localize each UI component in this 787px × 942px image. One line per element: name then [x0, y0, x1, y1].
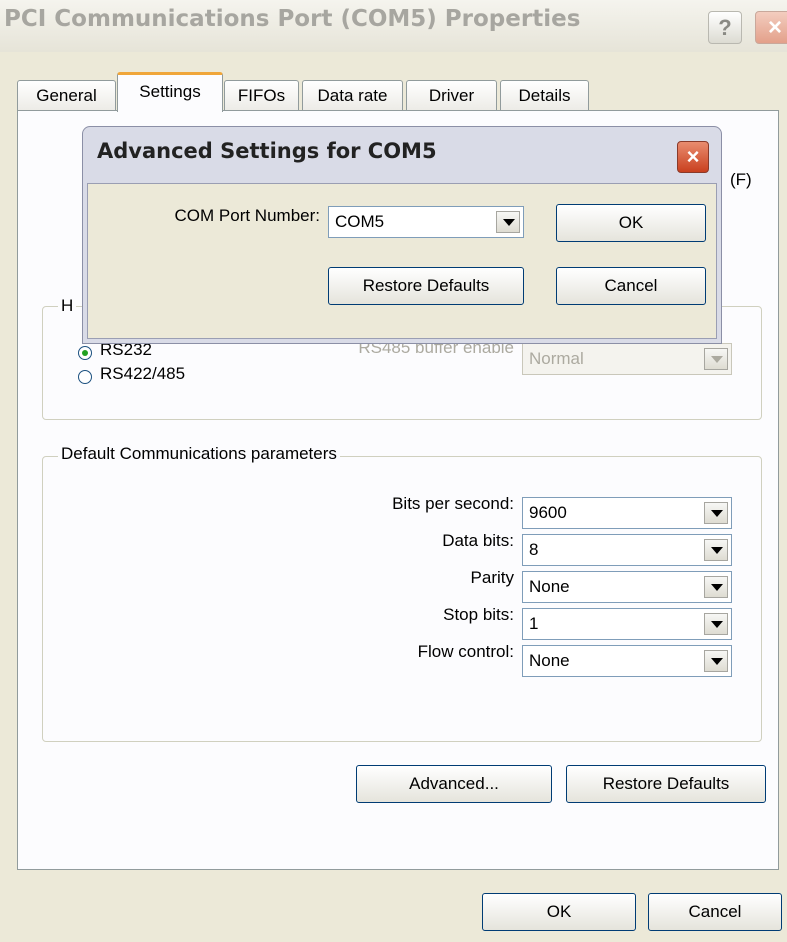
rs485-buffer-select: Normal: [522, 343, 732, 375]
bits-per-second-label: Bits per second:: [392, 494, 514, 513]
chevron-down-icon[interactable]: [704, 650, 728, 672]
flow-control-value: None: [529, 651, 570, 670]
chevron-down-icon[interactable]: [496, 211, 520, 233]
advanced-dialog-close-button[interactable]: ×: [677, 141, 709, 173]
advanced-restore-defaults-button[interactable]: Restore Defaults: [328, 267, 524, 305]
parity-select[interactable]: None: [522, 571, 732, 603]
data-bits-select[interactable]: 8: [522, 534, 732, 566]
rs422-label: RS422/485: [100, 364, 186, 383]
restore-defaults-button[interactable]: Restore Defaults: [566, 765, 766, 803]
chevron-down-icon[interactable]: [704, 539, 728, 561]
com-port-label: COM Port Number:: [174, 206, 320, 225]
advanced-button[interactable]: Advanced...: [356, 765, 552, 803]
advanced-cancel-button[interactable]: Cancel: [556, 267, 706, 305]
rs422-radio[interactable]: [78, 370, 92, 384]
defaults-group-legend: Default Communications parameters: [58, 444, 340, 464]
help-button[interactable]: ?: [708, 11, 742, 44]
rs485-buffer-value: Normal: [529, 349, 584, 368]
hardware-group-legend: H: [58, 296, 77, 316]
advanced-settings-dialog: Advanced Settings for COM5 × COM Port Nu…: [82, 126, 722, 344]
chevron-down-icon[interactable]: [704, 576, 728, 598]
chevron-down-icon[interactable]: [704, 613, 728, 635]
tab-driver[interactable]: Driver: [406, 80, 497, 111]
chevron-down-icon: [704, 348, 728, 370]
parity-label: Parity: [470, 568, 514, 587]
stop-bits-label: Stop bits:: [443, 605, 514, 624]
com-port-value: COM5: [335, 212, 385, 231]
title-bar: PCI Communications Port (COM5) Propertie…: [0, 0, 787, 52]
stop-bits-value: 1: [529, 614, 539, 633]
advanced-ok-button[interactable]: OK: [556, 204, 706, 242]
advanced-dialog-title: Advanced Settings for COM5: [97, 139, 437, 163]
advanced-dialog-body: COM Port Number: COM5 OK Restore Default…: [87, 183, 717, 339]
flow-control-select[interactable]: None: [522, 645, 732, 677]
parity-value: None: [529, 577, 570, 596]
flow-control-label: Flow control:: [417, 642, 514, 661]
close-button[interactable]: ×: [755, 11, 787, 44]
data-bits-label: Data bits:: [442, 531, 514, 550]
com-port-select[interactable]: COM5: [328, 206, 524, 238]
partial-label-f: (F): [730, 170, 752, 189]
chevron-down-icon[interactable]: [704, 502, 728, 524]
tab-fifos[interactable]: FIFOs: [224, 80, 299, 111]
window-title: PCI Communications Port (COM5) Propertie…: [4, 6, 581, 32]
data-bits-value: 8: [529, 540, 539, 559]
ok-button[interactable]: OK: [482, 893, 636, 931]
bits-per-second-select[interactable]: 9600: [522, 497, 732, 529]
bits-per-second-value: 9600: [529, 503, 567, 522]
tab-general[interactable]: General: [17, 80, 116, 111]
stop-bits-select[interactable]: 1: [522, 608, 732, 640]
cancel-button[interactable]: Cancel: [648, 893, 782, 931]
tab-details[interactable]: Details: [500, 80, 589, 111]
tab-settings[interactable]: Settings: [117, 72, 223, 112]
tab-data-rate[interactable]: Data rate: [302, 80, 403, 111]
rs232-radio[interactable]: [78, 346, 92, 360]
